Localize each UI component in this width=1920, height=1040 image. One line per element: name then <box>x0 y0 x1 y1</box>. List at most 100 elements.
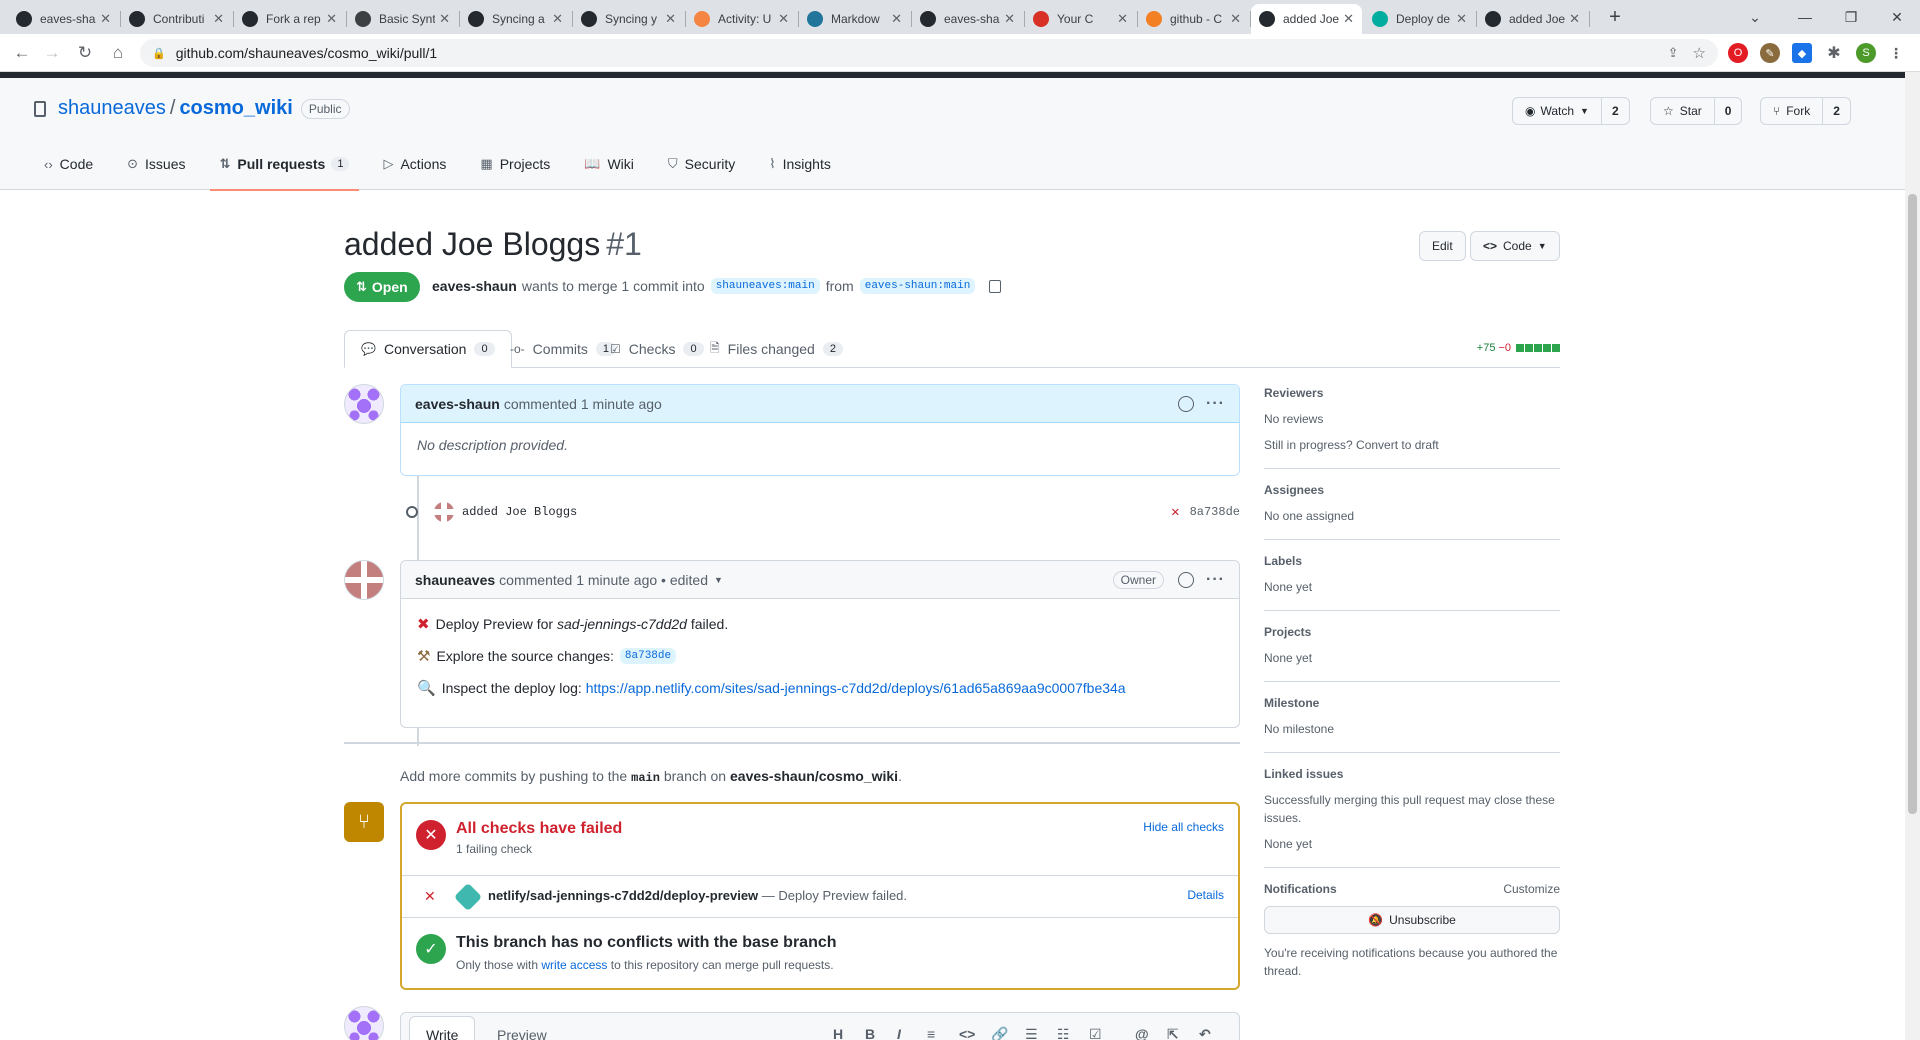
new-tab-icon[interactable]: + <box>1592 0 1638 34</box>
close-tab-icon[interactable]: ✕ <box>439 11 450 27</box>
repo-link[interactable]: eaves-shaun/cosmo_wiki <box>730 768 898 784</box>
preview-tab[interactable]: Preview <box>481 1016 563 1040</box>
fork-button[interactable]: ⑂ Fork 2 <box>1760 97 1851 125</box>
browser-tab[interactable]: Basic Synt ✕ <box>347 4 458 34</box>
repo-nav-security[interactable]: ⛉ Security <box>658 138 745 190</box>
close-tab-icon[interactable]: ✕ <box>665 11 676 27</box>
watch-button[interactable]: ◉ Watch ▼ 2 <box>1512 97 1630 125</box>
assignees-heading[interactable]: Assignees <box>1264 483 1560 497</box>
repo-owner-link[interactable]: shauneaves <box>58 97 166 120</box>
repo-nav-issues[interactable]: ⊙ Issues <box>117 138 195 190</box>
ordered-list-icon[interactable]: ☷ <box>1057 1026 1070 1040</box>
kebab-menu-icon[interactable]: ··· <box>1206 395 1225 413</box>
page-scrollbar[interactable] <box>1905 72 1920 1040</box>
browser-tab[interactable]: github - C ✕ <box>1138 4 1249 34</box>
address-bar[interactable]: 🔒 github.com/shauneaves/cosmo_wiki/pull/… <box>140 39 1718 67</box>
comment-author[interactable]: eaves-shaun <box>415 396 500 412</box>
close-window-icon[interactable]: ✕ <box>1874 0 1920 34</box>
repo-nav-wiki[interactable]: 📖 Wiki <box>574 138 644 190</box>
comment-meta[interactable]: commented 1 minute ago <box>504 396 662 412</box>
opera-extension-icon[interactable]: O <box>1728 43 1748 63</box>
browser-tab[interactable]: eaves-sha ✕ <box>912 4 1023 34</box>
reload-icon[interactable]: ↻ <box>71 39 99 67</box>
extension-icon[interactable]: ◆ <box>1792 43 1812 63</box>
browser-tab[interactable]: eaves-sha ✕ <box>8 4 119 34</box>
link-icon[interactable]: 🔗 <box>991 1026 1008 1040</box>
unsubscribe-button[interactable]: 🔕 Unsubscribe <box>1264 906 1560 934</box>
bookmark-star-icon[interactable]: ☆ <box>1693 44 1706 62</box>
italic-icon[interactable]: I <box>897 1026 901 1040</box>
code-icon[interactable]: <> <box>959 1026 975 1040</box>
browser-tab[interactable]: Syncing y ✕ <box>573 4 684 34</box>
close-tab-icon[interactable]: ✕ <box>326 11 337 27</box>
browser-tab[interactable]: Deploy de ✕ <box>1364 4 1475 34</box>
cross-reference-icon[interactable]: ⇱ <box>1167 1026 1179 1040</box>
milestone-heading[interactable]: Milestone <box>1264 696 1560 710</box>
convert-to-draft-link[interactable]: Still in progress? Convert to draft <box>1264 436 1560 454</box>
close-tab-icon[interactable]: ✕ <box>1230 11 1241 27</box>
avatar[interactable] <box>344 1006 384 1040</box>
close-tab-icon[interactable]: ✕ <box>100 11 111 27</box>
maximize-icon[interactable]: ❐ <box>1828 0 1874 34</box>
close-tab-icon[interactable]: ✕ <box>1456 11 1467 27</box>
avatar[interactable] <box>434 502 454 522</box>
browser-tab[interactable]: Your C ✕ <box>1025 4 1136 34</box>
browser-tab[interactable]: Markdow ✕ <box>799 4 910 34</box>
reviewers-heading[interactable]: Reviewers <box>1264 386 1560 400</box>
hide-all-checks-link[interactable]: Hide all checks <box>1143 820 1224 834</box>
close-tab-icon[interactable]: ✕ <box>891 11 902 27</box>
labels-heading[interactable]: Labels <box>1264 554 1560 568</box>
commit-sha-link[interactable]: 8a738de <box>619 648 677 664</box>
repo-nav-actions[interactable]: ▷ Actions <box>373 138 456 190</box>
close-tab-icon[interactable]: ✕ <box>778 11 789 27</box>
write-access-link[interactable]: write access <box>541 958 607 972</box>
task-list-icon[interactable]: ☑ <box>1089 1026 1102 1040</box>
projects-heading[interactable]: Projects <box>1264 625 1560 639</box>
quote-icon[interactable]: ≡ <box>927 1026 935 1040</box>
copy-icon[interactable] <box>989 279 1002 293</box>
unordered-list-icon[interactable]: ☰ <box>1025 1026 1038 1040</box>
code-dropdown-button[interactable]: <> Code ▼ <box>1470 231 1560 261</box>
scrollbar-thumb[interactable] <box>1908 194 1917 814</box>
heading-icon[interactable]: H <box>833 1026 843 1040</box>
caret-down-icon[interactable]: ▼ <box>714 575 723 585</box>
repo-nav-insights[interactable]: ⌇ Insights <box>759 138 841 190</box>
repo-nav-projects[interactable]: ▦ Projects <box>470 138 560 190</box>
browser-tab[interactable]: Fork a rep ✕ <box>234 4 345 34</box>
x-fail-icon[interactable]: ✕ <box>1171 504 1179 521</box>
profile-avatar[interactable]: S <box>1856 43 1876 63</box>
extension-icon[interactable]: ✎ <box>1760 43 1780 63</box>
back-icon[interactable]: ← <box>8 39 36 67</box>
deploy-log-link[interactable]: https://app.netlify.com/sites/sad-jennin… <box>586 680 1126 696</box>
home-icon[interactable]: ⌂ <box>104 39 132 67</box>
close-tab-icon[interactable]: ✕ <box>1117 11 1128 27</box>
close-tab-icon[interactable]: ✕ <box>1569 11 1580 27</box>
close-tab-icon[interactable]: ✕ <box>552 11 563 27</box>
avatar[interactable] <box>344 384 384 424</box>
base-branch[interactable]: shauneaves:main <box>710 278 820 294</box>
browser-tab[interactable]: Syncing a ✕ <box>460 4 571 34</box>
puzzle-extensions-icon[interactable]: ✱ <box>1824 43 1844 63</box>
browser-tab[interactable]: added Joe ✕ <box>1251 4 1362 34</box>
write-tab[interactable]: Write <box>409 1016 476 1040</box>
kebab-menu-icon[interactable]: ··· <box>1206 571 1225 589</box>
close-tab-icon[interactable]: ✕ <box>213 11 224 27</box>
forward-icon[interactable]: → <box>38 39 66 67</box>
tab-conversation[interactable]: 💬 Conversation 0 <box>344 330 512 368</box>
linked-issues-heading[interactable]: Linked issues <box>1264 767 1560 781</box>
commit-message[interactable]: added Joe Bloggs <box>462 505 577 519</box>
browser-tab[interactable]: Activity: U ✕ <box>686 4 797 34</box>
smiley-icon[interactable] <box>1178 396 1195 412</box>
customize-link[interactable]: Customize <box>1503 882 1560 896</box>
mention-icon[interactable]: @ <box>1135 1026 1149 1040</box>
minimize-icon[interactable]: — <box>1782 0 1828 34</box>
comment-author[interactable]: shauneaves <box>415 572 495 588</box>
close-tab-icon[interactable]: ✕ <box>1343 11 1354 27</box>
star-button[interactable]: ☆ Star 0 <box>1650 97 1743 125</box>
repo-name-link[interactable]: cosmo_wiki <box>179 97 292 120</box>
tab-files-changed[interactable]: 🗎 Files changed 2 <box>694 330 859 368</box>
chrome-menu-icon[interactable]: ⋮ <box>1886 43 1906 63</box>
browser-tab[interactable]: Contributi ✕ <box>121 4 232 34</box>
reply-icon[interactable]: ↶ <box>1199 1026 1211 1040</box>
repo-nav-pull-requests[interactable]: ⇅ Pull requests 1 <box>209 138 360 191</box>
